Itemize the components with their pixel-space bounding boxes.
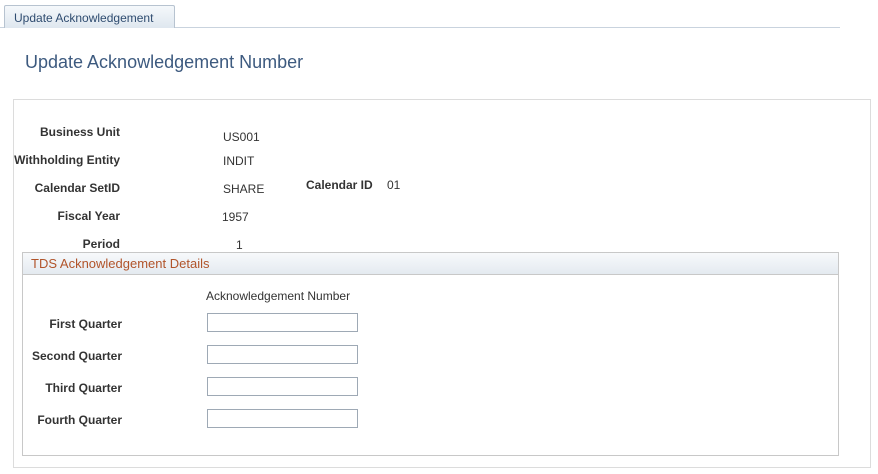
fiscal-year-label: Fiscal Year — [57, 209, 121, 223]
tds-acknowledgement-section: TDS Acknowledgement Details — [22, 252, 839, 456]
second-quarter-label: Second Quarter — [31, 349, 122, 363]
calendar-setid-label: Calendar SetID — [34, 181, 120, 195]
calendar-id-value: 01 — [387, 178, 401, 192]
calendar-setid-value: SHARE — [223, 182, 265, 196]
business-unit-value: US001 — [223, 130, 260, 144]
business-unit-label: Business Unit — [39, 125, 120, 139]
acknowledgement-number-column-header: Acknowledgement Number — [206, 289, 351, 303]
calendar-id-label: Calendar ID — [306, 178, 373, 192]
second-quarter-input[interactable] — [207, 345, 358, 364]
first-quarter-label: First Quarter — [49, 317, 122, 331]
fourth-quarter-input[interactable] — [207, 409, 358, 428]
page-title: Update Acknowledgement Number — [25, 52, 304, 72]
fourth-quarter-label: Fourth Quarter — [37, 413, 122, 427]
section-header: TDS Acknowledgement Details — [23, 253, 838, 275]
third-quarter-input[interactable] — [207, 377, 358, 396]
tab-update-acknowledgement[interactable]: Update Acknowledgement — [4, 5, 175, 28]
period-value: 1 — [236, 238, 243, 252]
withholding-entity-label: Withholding Entity — [14, 153, 120, 167]
fiscal-year-value: 1957 — [222, 210, 249, 224]
first-quarter-input[interactable] — [207, 313, 358, 332]
withholding-entity-value: INDIT — [223, 154, 255, 168]
period-label: Period — [82, 237, 120, 251]
third-quarter-label: Third Quarter — [45, 381, 122, 395]
page: Update Acknowledgement Update Acknowledg… — [0, 0, 878, 474]
